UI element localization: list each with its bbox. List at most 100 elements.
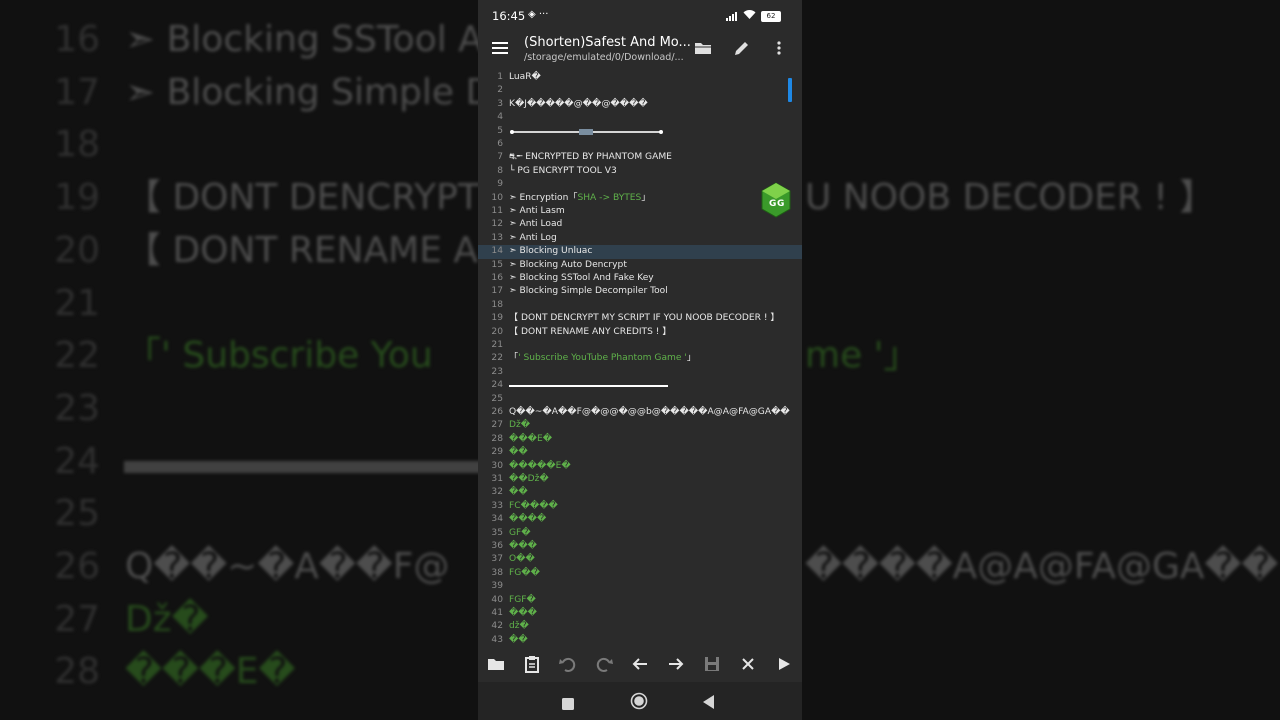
line-code: ➣ Blocking Unluac xyxy=(509,246,593,257)
editor-line[interactable]: 38 FG�� xyxy=(478,567,802,580)
line-number: 11 xyxy=(491,206,503,216)
edit-pencil-icon[interactable] xyxy=(732,38,754,60)
editor-line[interactable]: 25 xyxy=(478,393,802,406)
code-text: 」 xyxy=(641,192,651,203)
open-folder-icon[interactable] xyxy=(486,654,508,676)
line-number: 32 xyxy=(491,487,503,498)
line-number: 17 xyxy=(491,286,503,297)
line-number: 24 xyxy=(491,380,503,391)
line-number: 39 xyxy=(491,581,503,592)
editor-line[interactable]: 29 �� xyxy=(478,446,802,459)
folder-icon[interactable] xyxy=(693,38,715,60)
editor-line[interactable]: 21 xyxy=(478,339,802,352)
editor-line[interactable]: 11 ➣ Anti Lasm xyxy=(478,205,802,218)
editor-line[interactable]: 23 xyxy=(478,366,802,379)
line-code: ➣ Anti Lasm xyxy=(509,206,565,216)
line-number: 41 xyxy=(491,608,503,618)
line-code: O�� xyxy=(509,554,535,565)
editor-line[interactable]: 43 �� xyxy=(478,634,802,647)
battery-icon: 62 xyxy=(761,11,781,22)
editor-line[interactable]: 14 ➣ Blocking Unluac xyxy=(478,245,802,259)
editor-line[interactable]: 30 �����E� xyxy=(478,460,802,473)
line-code: FGF� xyxy=(509,594,536,605)
editor-line[interactable]: 39 xyxy=(478,580,802,593)
line-number: 16 xyxy=(491,273,503,283)
arrow-left-icon[interactable] xyxy=(630,654,652,676)
line-number: 13 xyxy=(491,232,503,243)
close-icon[interactable] xyxy=(738,654,760,676)
editor-line[interactable]: 36 ��� xyxy=(478,540,802,553)
editor-line[interactable]: 3 K�J�����@��@���� xyxy=(478,98,802,111)
editor-line[interactable]: 8 └ PG ENCRYPT TOOL V3 xyxy=(478,165,802,178)
editor-line[interactable]: 34 ���� xyxy=(478,513,802,526)
editor-line[interactable]: 5 xyxy=(478,125,802,138)
file-title: (Shorten)Safest And Mo... xyxy=(524,35,691,50)
arrow-right-icon[interactable] xyxy=(666,654,688,676)
editor-line[interactable]: 22 「' Subscribe YouTube Phantom Game '」 xyxy=(478,352,802,365)
line-code: ��Dž� xyxy=(509,474,549,484)
code-editor[interactable]: 1 LuaR� 2 3 K�J�����@��@���� 4 5 6 7 ⛐╾ ENCRYPTED… xyxy=(478,70,802,648)
line-code: GF� xyxy=(509,527,531,538)
line-code: ��� xyxy=(509,608,537,618)
menu-icon[interactable] xyxy=(492,41,510,55)
editor-line[interactable]: 41 ��� xyxy=(478,607,802,620)
editor-line[interactable]: 9 xyxy=(478,178,802,191)
app-toolbar: (Shorten)Safest And Mo... /storage/emula… xyxy=(478,32,802,70)
editor-line[interactable]: 16 ➣ Blocking SSTool And Fake Key xyxy=(478,272,802,285)
line-number: 12 xyxy=(491,219,503,230)
bottom-action-bar xyxy=(478,648,802,682)
editor-line[interactable]: 32 �� xyxy=(478,486,802,499)
editor-line[interactable]: 6 xyxy=(478,138,802,151)
line-number: 36 xyxy=(491,541,503,551)
redo-icon[interactable] xyxy=(594,654,616,676)
editor-line[interactable]: 33 FC���� xyxy=(478,500,802,513)
editor-line[interactable]: 24 xyxy=(478,379,802,392)
editor-line[interactable]: 37 O�� xyxy=(478,553,802,566)
line-number: 21 xyxy=(491,340,503,350)
line-number: 7 xyxy=(497,152,503,163)
editor-line[interactable]: 10 ➣ Encryption「SHA -> BYTES」 xyxy=(478,192,802,205)
editor-line[interactable]: 15 ➣ Blocking Auto Dencrypt xyxy=(478,259,802,272)
editor-line[interactable]: 42 dž� xyxy=(478,620,802,633)
editor-line[interactable]: 20 【 DONT RENAME ANY CREDITS ! 】 xyxy=(478,326,802,339)
save-icon[interactable] xyxy=(702,654,724,676)
line-number: 23 xyxy=(491,366,503,377)
editor-line[interactable]: 35 GF� xyxy=(478,527,802,540)
gameguardian-floating-icon[interactable]: G G xyxy=(761,182,791,218)
editor-line[interactable]: 2 xyxy=(478,84,802,97)
signal-icon xyxy=(726,11,740,21)
line-code: FC���� xyxy=(509,500,558,511)
line-number: 9 xyxy=(497,179,503,190)
editor-line[interactable]: 4 xyxy=(478,111,802,124)
editor-line[interactable]: 18 xyxy=(478,299,802,312)
editor-line[interactable]: 31 ��Dž� xyxy=(478,473,802,486)
line-number: 28 xyxy=(491,433,503,444)
run-icon[interactable] xyxy=(774,654,796,676)
home-circle-icon[interactable] xyxy=(630,692,648,714)
clipboard-icon[interactable] xyxy=(522,654,544,676)
recents-square-icon[interactable] xyxy=(562,695,574,714)
editor-line[interactable]: 40 FGF� xyxy=(478,594,802,607)
more-vert-icon[interactable] xyxy=(775,38,797,60)
editor-line[interactable]: 13 ➣ Anti Log xyxy=(478,232,802,245)
back-triangle-icon[interactable] xyxy=(703,694,715,713)
line-number: 10 xyxy=(491,192,503,203)
editor-line[interactable]: 28 ���E� xyxy=(478,433,802,446)
editor-line[interactable]: 17 ➣ Blocking Simple Decompiler Tool xyxy=(478,285,802,298)
notification-icons: ◈ ··· xyxy=(528,9,549,20)
editor-line[interactable]: 1 LuaR� xyxy=(478,71,802,84)
undo-icon[interactable] xyxy=(558,654,580,676)
editor-line[interactable]: 27 Dž� xyxy=(478,419,802,432)
line-code: ⛐╾ ENCRYPTED BY PHANTOM GAME xyxy=(509,152,672,163)
line-number: 3 xyxy=(497,98,503,109)
editor-line[interactable]: 12 ➣ Anti Load xyxy=(478,218,802,231)
line-code: ➣ Blocking SSTool And Fake Key xyxy=(509,273,654,283)
editor-line[interactable]: 26 Q��~�A��F@�@@�@@b@�����A@A@FA@GA�� xyxy=(478,406,802,419)
scrollbar-thumb[interactable] xyxy=(788,78,792,102)
editor-line[interactable]: 19 【 DONT DENCRYPT MY SCRIPT IF YOU NOOB… xyxy=(478,312,802,325)
phone-screen: 16:45 ◈ ··· 62 (Shorten)Safest And Mo...… xyxy=(478,0,802,720)
line-number: 15 xyxy=(491,259,503,270)
code-text: 「 xyxy=(509,353,519,364)
editor-line[interactable]: 7 ⛐╾ ENCRYPTED BY PHANTOM GAME xyxy=(478,151,802,164)
line-code: �� xyxy=(509,487,528,498)
